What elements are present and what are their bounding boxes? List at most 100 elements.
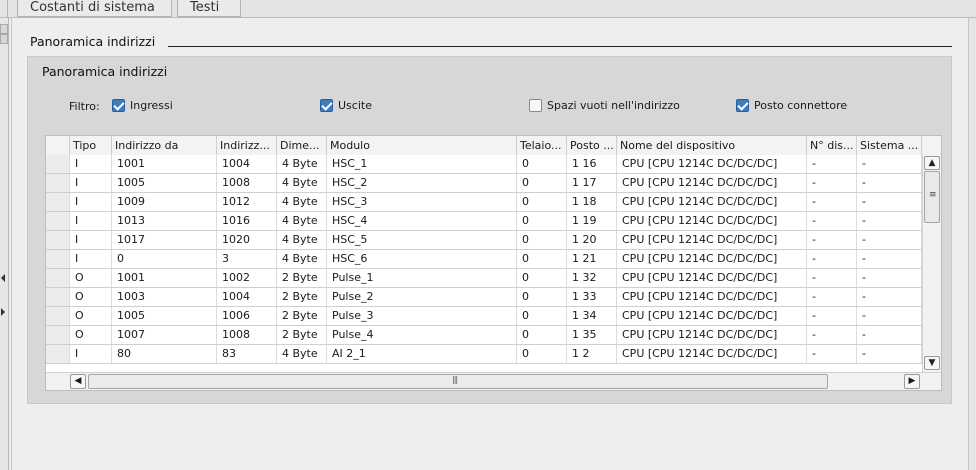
cell-telaio[interactable]: 0 <box>517 326 567 344</box>
cell-dimensione[interactable]: 4 Byte <box>277 155 327 173</box>
cell-modulo[interactable]: HSC_4 <box>327 212 517 230</box>
cell-nome-dispositivo[interactable]: CPU [CPU 1214C DC/DC/DC] <box>617 155 807 173</box>
table-row[interactable]: I 1009 1012 4 Byte HSC_3 0 1 18 CPU [CPU 1214C … <box>46 193 922 212</box>
cell-n-dispositivo[interactable]: - <box>807 345 857 363</box>
scroll-up-icon[interactable]: ▲ <box>924 156 940 170</box>
header-col-select[interactable] <box>46 136 70 155</box>
cell-telaio[interactable]: 0 <box>517 250 567 268</box>
cell-indirizzo-a[interactable]: 1002 <box>217 269 277 287</box>
table-row[interactable]: O 1003 1004 2 Byte Pulse_2 0 1 33 CPU [CPU 1214… <box>46 288 922 307</box>
cell-nome-dispositivo[interactable]: CPU [CPU 1214C DC/DC/DC] <box>617 193 807 211</box>
header-col-posto[interactable]: Posto ... <box>567 136 617 155</box>
table-row[interactable]: O 1001 1002 2 Byte Pulse_1 0 1 32 CPU [CPU 1214… <box>46 269 922 288</box>
cell-nome-dispositivo[interactable]: CPU [CPU 1214C DC/DC/DC] <box>617 345 807 363</box>
cell-telaio[interactable]: 0 <box>517 174 567 192</box>
table-row[interactable]: I 1017 1020 4 Byte HSC_5 0 1 20 CPU [CPU 1214C … <box>46 231 922 250</box>
cell-nome-dispositivo[interactable]: CPU [CPU 1214C DC/DC/DC] <box>617 231 807 249</box>
table-row[interactable]: I034 Byte HSC_6 0 1 21 CPU [CPU 1214C DC/DC/… <box>46 250 922 269</box>
cell-indirizzo-a[interactable]: 1004 <box>217 288 277 306</box>
table-row[interactable]: O 1007 1008 2 Byte Pulse_4 0 1 35 CPU [CPU 1214… <box>46 326 922 345</box>
cell-posto[interactable]: 1 18 <box>567 193 617 211</box>
cell-indirizzo-da[interactable]: 1009 <box>112 193 217 211</box>
cell-sistema[interactable]: - <box>857 345 922 363</box>
cell-n-dispositivo[interactable]: - <box>807 174 857 192</box>
cell-posto[interactable]: 1 34 <box>567 307 617 325</box>
table-row[interactable]: I 1013 1016 4 Byte HSC_4 0 1 19 CPU [CPU 1214C … <box>46 212 922 231</box>
cell-telaio[interactable]: 0 <box>517 155 567 173</box>
cell-tipo[interactable]: I <box>70 155 112 173</box>
cell-tipo[interactable]: I <box>70 174 112 192</box>
rail-button-second[interactable] <box>0 34 8 44</box>
header-col-telaio[interactable]: Telaio... <box>517 136 567 155</box>
row-selector[interactable] <box>46 345 70 363</box>
cell-n-dispositivo[interactable]: - <box>807 269 857 287</box>
rail-button-top[interactable] <box>0 24 8 34</box>
header-col-nome-dispositivo[interactable]: Nome del dispositivo <box>617 136 807 155</box>
checkbox-checked-icon[interactable] <box>736 99 749 112</box>
cell-sistema[interactable]: - <box>857 193 922 211</box>
row-selector[interactable] <box>46 212 70 230</box>
cell-posto[interactable]: 1 17 <box>567 174 617 192</box>
cell-telaio[interactable]: 0 <box>517 345 567 363</box>
cell-dimensione[interactable]: 2 Byte <box>277 307 327 325</box>
cell-indirizzo-a[interactable]: 1008 <box>217 326 277 344</box>
row-selector[interactable] <box>46 174 70 192</box>
cell-indirizzo-da[interactable]: 1003 <box>112 288 217 306</box>
row-selector[interactable] <box>46 307 70 325</box>
header-col-tipo[interactable]: Tipo <box>70 136 112 155</box>
table-row[interactable]: I 1001 1004 4 Byte HSC_1 0 1 16 CPU [CPU 1214C … <box>46 155 922 174</box>
cell-indirizzo-da[interactable]: 1005 <box>112 307 217 325</box>
cell-indirizzo-a[interactable]: 1020 <box>217 231 277 249</box>
cell-n-dispositivo[interactable]: - <box>807 288 857 306</box>
tab-costanti-di-sistema[interactable]: Costanti di sistema <box>17 0 172 17</box>
cell-posto[interactable]: 1 16 <box>567 155 617 173</box>
cell-telaio[interactable]: 0 <box>517 269 567 287</box>
cell-nome-dispositivo[interactable]: CPU [CPU 1214C DC/DC/DC] <box>617 174 807 192</box>
row-selector[interactable] <box>46 288 70 306</box>
cell-telaio[interactable]: 0 <box>517 193 567 211</box>
cell-dimensione[interactable]: 2 Byte <box>277 269 327 287</box>
cell-posto[interactable]: 1 19 <box>567 212 617 230</box>
cell-dimensione[interactable]: 2 Byte <box>277 288 327 306</box>
cell-modulo[interactable]: HSC_6 <box>327 250 517 268</box>
cell-dimensione[interactable]: 4 Byte <box>277 212 327 230</box>
cell-indirizzo-da[interactable]: 1001 <box>112 155 217 173</box>
cell-nome-dispositivo[interactable]: CPU [CPU 1214C DC/DC/DC] <box>617 212 807 230</box>
cell-tipo[interactable]: I <box>70 231 112 249</box>
cell-sistema[interactable]: - <box>857 174 922 192</box>
cell-modulo[interactable]: Pulse_4 <box>327 326 517 344</box>
cell-dimensione[interactable]: 4 Byte <box>277 193 327 211</box>
cell-modulo[interactable]: Pulse_1 <box>327 269 517 287</box>
row-selector[interactable] <box>46 155 70 173</box>
table-row[interactable]: I 1005 1008 4 Byte HSC_2 0 1 17 CPU [CPU 1214C … <box>46 174 922 193</box>
cell-tipo[interactable]: I <box>70 250 112 268</box>
cell-indirizzo-da[interactable]: 0 <box>112 250 217 268</box>
row-selector[interactable] <box>46 250 70 268</box>
cell-indirizzo-a[interactable]: 3 <box>217 250 277 268</box>
cell-n-dispositivo[interactable]: - <box>807 193 857 211</box>
cell-dimensione[interactable]: 4 Byte <box>277 174 327 192</box>
cell-dimensione[interactable]: 4 Byte <box>277 345 327 363</box>
header-col-indirizzo-a[interactable]: Indirizz... <box>217 136 277 155</box>
cell-modulo[interactable]: Pulse_2 <box>327 288 517 306</box>
cell-modulo[interactable]: HSC_5 <box>327 231 517 249</box>
cell-sistema[interactable]: - <box>857 288 922 306</box>
cell-sistema[interactable]: - <box>857 250 922 268</box>
cell-indirizzo-a[interactable]: 1004 <box>217 155 277 173</box>
cell-indirizzo-a[interactable]: 1016 <box>217 212 277 230</box>
cell-telaio[interactable]: 0 <box>517 212 567 230</box>
checkbox-checked-icon[interactable] <box>320 99 333 112</box>
vertical-scroll-thumb[interactable] <box>924 171 940 223</box>
cell-posto[interactable]: 1 21 <box>567 250 617 268</box>
header-col-indirizzo-da[interactable]: Indirizzo da <box>112 136 217 155</box>
cell-tipo[interactable]: I <box>70 193 112 211</box>
collapse-left-icon[interactable] <box>1 274 5 282</box>
cell-sistema[interactable]: - <box>857 307 922 325</box>
cell-indirizzo-da[interactable]: 1017 <box>112 231 217 249</box>
cell-sistema[interactable]: - <box>857 269 922 287</box>
cell-modulo[interactable]: HSC_2 <box>327 174 517 192</box>
cell-tipo[interactable]: O <box>70 326 112 344</box>
cell-tipo[interactable]: I <box>70 212 112 230</box>
cell-telaio[interactable]: 0 <box>517 231 567 249</box>
cell-sistema[interactable]: - <box>857 212 922 230</box>
